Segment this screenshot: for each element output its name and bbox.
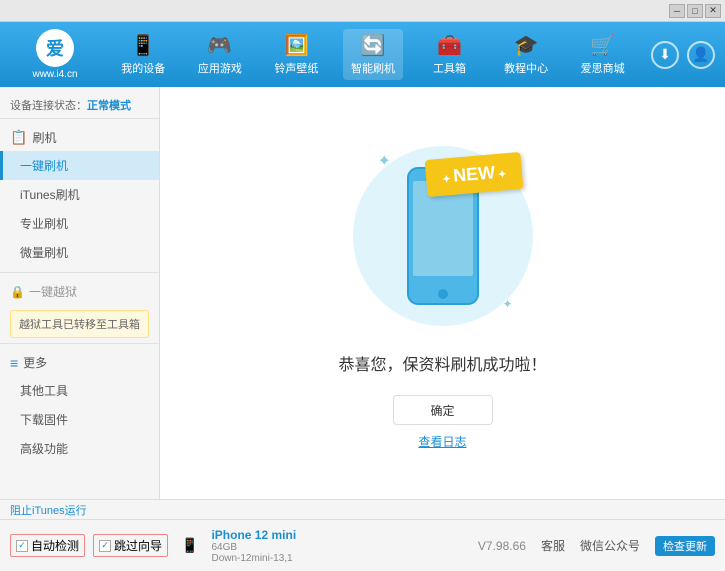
- check-update-button[interactable]: 检查更新: [655, 536, 715, 556]
- connection-status: 设备连接状态：正常模式: [0, 92, 159, 119]
- title-bar: ─ □ ✕: [0, 0, 725, 22]
- sparkle-top-left: ✦: [378, 151, 391, 171]
- download-button[interactable]: ⬇: [651, 41, 679, 69]
- itunes-text[interactable]: 阻止iTunes运行: [10, 502, 87, 518]
- header-right: ⬇ 👤: [651, 41, 715, 69]
- jailbreak-alert: 越狱工具已转移至工具箱: [10, 310, 149, 338]
- more-section-label: 更多: [23, 354, 47, 371]
- my-device-icon: 📱: [131, 33, 156, 58]
- smart-flash-icon: 🔄: [361, 33, 386, 58]
- nav-apps-games[interactable]: 🎮 应用游戏: [190, 29, 250, 80]
- nav-my-device[interactable]: 📱 我的设备: [113, 29, 173, 80]
- main-content: ✦ NEW ✦ 恭喜您，保资料刷机成功啦！ 确定 查看日志: [160, 87, 725, 499]
- my-device-label: 我的设备: [121, 60, 165, 76]
- sidebar-item-pro-flash[interactable]: 专业刷机: [0, 209, 159, 238]
- flash-section-icon: 📋: [10, 129, 27, 146]
- maximize-button[interactable]: □: [687, 4, 703, 18]
- sidebar-item-download-firmware[interactable]: 下载固件: [0, 405, 159, 434]
- nav-toolbox[interactable]: 🧰 工具箱: [420, 29, 480, 80]
- nav-smart-flash[interactable]: 🔄 智能刷机: [343, 29, 403, 80]
- smart-flash-label: 智能刷机: [351, 60, 395, 76]
- ringtones-icon: 🖼️: [284, 33, 309, 58]
- logo-area: 爱 www.i4.cn: [10, 29, 100, 80]
- lock-icon: 🔒: [10, 285, 25, 299]
- device-info: iPhone 12 mini 64GB Down-12mini-13,1: [211, 528, 296, 564]
- skip-wizard-checkbox-wrapper: ✓ 跳过向导: [93, 534, 168, 557]
- sidebar-item-micro-flash[interactable]: 微量刷机: [0, 238, 159, 267]
- sparkle-bottom-right: ✦: [502, 297, 512, 311]
- apps-icon: 🎮: [207, 33, 232, 58]
- bottom-right: V7.98.66 客服 微信公众号 检查更新: [478, 536, 715, 556]
- success-text: 恭喜您，保资料刷机成功啦！: [338, 351, 546, 375]
- apps-label: 应用游戏: [198, 60, 242, 76]
- flash-section-header: 📋 刷机: [0, 124, 159, 151]
- sidebar: 设备连接状态：正常模式 📋 刷机 一键刷机 iTunes刷机 专业刷机 微量刷机…: [0, 87, 160, 499]
- close-button[interactable]: ✕: [705, 4, 721, 18]
- nav-tutorials[interactable]: 🎓 教程中心: [496, 29, 556, 80]
- bottom-bar: ✓ 自动检测 ✓ 跳过向导 📱 iPhone 12 mini 64GB Down…: [0, 519, 725, 571]
- confirm-button[interactable]: 确定: [393, 395, 493, 425]
- sidebar-item-other-tools[interactable]: 其他工具: [0, 376, 159, 405]
- flash-section-label: 刷机: [32, 129, 56, 146]
- sidebar-item-advanced[interactable]: 高级功能: [0, 434, 159, 463]
- wechat-link[interactable]: 微信公众号: [580, 537, 640, 554]
- store-label: 爱思商城: [581, 60, 625, 76]
- nav-store[interactable]: 🛒 爱思商城: [573, 29, 633, 80]
- window-controls: ─ □ ✕: [669, 4, 721, 18]
- more-section-icon: ≡: [10, 355, 18, 371]
- divider-1: [0, 272, 159, 273]
- auto-connect-checkbox-wrapper: ✓ 自动检测: [10, 534, 85, 557]
- nav-items: 📱 我的设备 🎮 应用游戏 🖼️ 铃声壁纸 🔄 智能刷机 🧰 工具箱 🎓 教程中…: [105, 29, 641, 80]
- device-storage: 64GB: [211, 542, 296, 553]
- jailbreak-label: 一键越狱: [29, 283, 77, 300]
- header: 爱 www.i4.cn 📱 我的设备 🎮 应用游戏 🖼️ 铃声壁纸 🔄 智能刷机…: [0, 22, 725, 87]
- more-section-header: ≡ 更多: [0, 349, 159, 376]
- skip-wizard-checkbox[interactable]: ✓: [99, 540, 111, 552]
- auto-connect-checkbox[interactable]: ✓: [16, 540, 28, 552]
- sidebar-item-itunes-flash[interactable]: iTunes刷机: [0, 180, 159, 209]
- device-version-detail: Down-12mini-13,1: [211, 553, 296, 564]
- store-icon: 🛒: [590, 33, 615, 58]
- main-area: 设备连接状态：正常模式 📋 刷机 一键刷机 iTunes刷机 专业刷机 微量刷机…: [0, 87, 725, 499]
- jailbreak-section: 🔒 一键越狱: [0, 278, 159, 305]
- toolbox-label: 工具箱: [433, 60, 466, 76]
- logo-text: www.i4.cn: [32, 69, 77, 80]
- customer-service-link[interactable]: 客服: [541, 537, 565, 554]
- device-name: iPhone 12 mini: [211, 528, 296, 542]
- minimize-button[interactable]: ─: [669, 4, 685, 18]
- itunes-footer-bar: 阻止iTunes运行: [0, 499, 725, 519]
- auto-connect-label: 自动检测: [31, 537, 79, 554]
- sidebar-item-one-click-flash[interactable]: 一键刷机: [0, 151, 159, 180]
- phone-illustration: ✦ NEW ✦: [343, 136, 543, 336]
- device-info-area: 📱 iPhone 12 mini 64GB Down-12mini-13,1: [181, 528, 296, 564]
- skip-wizard-label: 跳过向导: [114, 537, 162, 554]
- nav-ringtones[interactable]: 🖼️ 铃声壁纸: [266, 29, 326, 80]
- logo-icon: 爱: [36, 29, 74, 67]
- goto-today-link[interactable]: 查看日志: [418, 433, 466, 450]
- ringtones-label: 铃声壁纸: [274, 60, 318, 76]
- bottom-left: ✓ 自动检测 ✓ 跳过向导 📱 iPhone 12 mini 64GB Down…: [10, 528, 478, 564]
- tutorials-icon: 🎓: [514, 33, 539, 58]
- device-phone-icon: 📱: [181, 537, 198, 554]
- tutorials-label: 教程中心: [504, 60, 548, 76]
- version-text: V7.98.66: [478, 539, 526, 553]
- status-value: 正常模式: [87, 100, 131, 112]
- toolbox-icon: 🧰: [437, 33, 462, 58]
- user-button[interactable]: 👤: [687, 41, 715, 69]
- divider-2: [0, 343, 159, 344]
